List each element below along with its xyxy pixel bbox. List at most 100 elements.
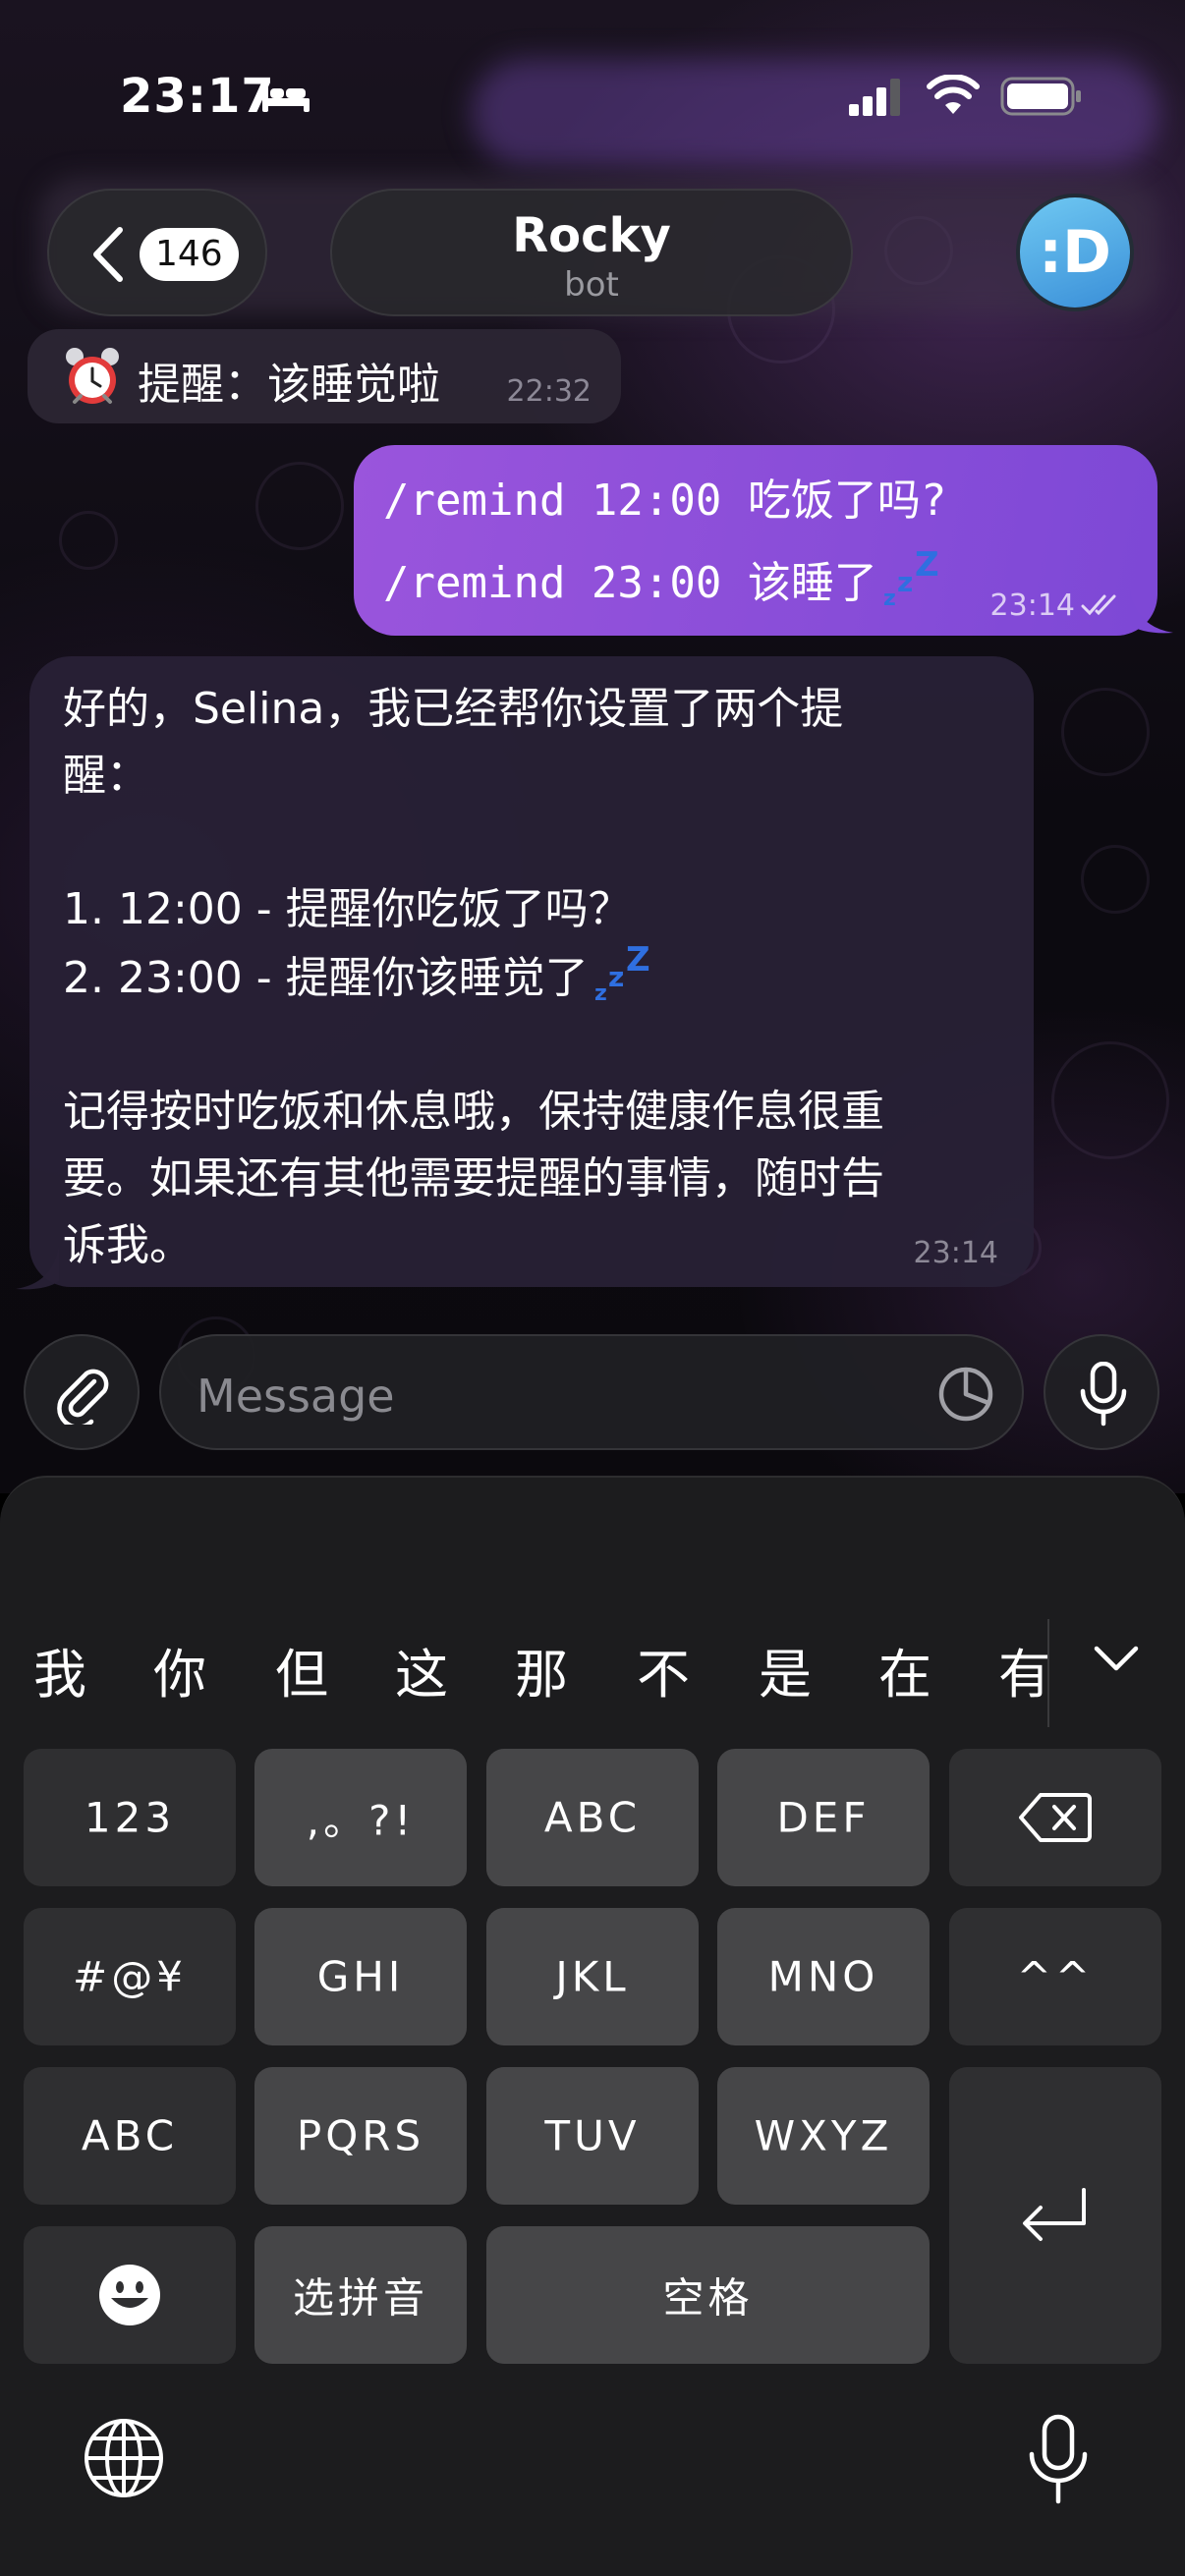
key-emoticon[interactable]: ^^ — [949, 1908, 1161, 2045]
message-line — [63, 810, 1006, 876]
keyboard: 我 你 但 这 那 不 是 在 有 123 ,。?! ABC DEF #@¥ G… — [0, 1584, 1185, 2576]
key-jkl[interactable]: JKL — [486, 1908, 699, 2045]
outgoing-message[interactable]: /remind 12:00 吃饭了吗? /remind 23:00 该睡了 z … — [354, 445, 1157, 636]
chat-title-pill[interactable]: Rocky bot — [330, 189, 853, 316]
key-123[interactable]: 123 — [24, 1749, 236, 1886]
wifi-icon — [927, 75, 980, 114]
home-indicator-area — [0, 2554, 1185, 2576]
space-key[interactable]: 空格 — [486, 2226, 930, 2364]
key-ghi[interactable]: GHI — [254, 1908, 467, 2045]
key-label: #@¥ — [73, 1952, 187, 2001]
microphone-icon — [1080, 1362, 1127, 1427]
key-label: ^^ — [1016, 1952, 1095, 2001]
candidate-bar: 我 你 但 这 那 不 是 在 有 — [0, 1584, 1185, 1731]
candidate-divider — [1047, 1619, 1049, 1727]
zzz-emoji-icon: z z Z — [883, 548, 939, 611]
candidate-word[interactable]: 那 — [515, 1631, 568, 1708]
key-pqrs[interactable]: PQRS — [254, 2067, 467, 2205]
message-line: 记得按时吃饭和休息哦，保持健康作息很重 — [63, 1087, 884, 1137]
candidate-word[interactable]: 我 — [33, 1631, 86, 1708]
key-tuv[interactable]: TUV — [486, 2067, 699, 2205]
sticker-icon[interactable] — [937, 1366, 994, 1423]
key-select-pinyin[interactable]: 选拼音 — [254, 2226, 467, 2364]
voice-message-button[interactable] — [1044, 1334, 1159, 1450]
chat-title: Rocky — [512, 208, 671, 263]
svg-text:z: z — [897, 566, 913, 598]
key-abc-switch[interactable]: ABC — [24, 2067, 236, 2205]
keyboard-top-bar — [0, 1476, 1185, 1594]
backspace-icon — [1019, 1793, 1092, 1842]
chevron-left-icon — [93, 227, 123, 282]
svg-text:Z: Z — [626, 943, 650, 980]
svg-text:z: z — [594, 981, 607, 1006]
zzz-emoji-icon: z z Z — [594, 943, 650, 1006]
message-meta: 23:14 — [990, 588, 1124, 623]
dictation-microphone-icon[interactable] — [1026, 2413, 1091, 2507]
key-label: JKL — [555, 1952, 630, 2001]
svg-text:Z: Z — [915, 548, 939, 585]
battery-icon — [1000, 77, 1081, 116]
key-label: 123 — [84, 1793, 176, 1842]
key-label: PQRS — [296, 2111, 425, 2160]
svg-text:z: z — [883, 587, 896, 611]
incoming-message-reminder[interactable]: 提醒：该睡觉啦 22:32 — [28, 329, 621, 423]
candidate-word[interactable]: 在 — [878, 1631, 931, 1708]
message-line: 醒： — [63, 751, 149, 801]
key-label: WXYZ — [754, 2111, 893, 2160]
candidate-word[interactable]: 你 — [153, 1631, 206, 1708]
key-punctuation[interactable]: ,。?! — [254, 1749, 467, 1886]
alarm-clock-icon — [66, 348, 119, 404]
message-line-text: /remind 23:00 该睡了 — [383, 558, 877, 608]
message-line: /remind 23:00 该睡了 z z Z — [383, 547, 942, 611]
key-label: TUV — [544, 2111, 641, 2160]
incoming-message[interactable]: 好的，Selina，我已经帮你设置了两个提 醒： 1. 12:00 - 提醒你吃… — [29, 656, 1034, 1287]
key-label: 空格 — [662, 2273, 754, 2323]
candidate-word[interactable]: 有 — [998, 1631, 1051, 1708]
emoji-key[interactable] — [24, 2226, 236, 2364]
paperclip-icon — [57, 1369, 109, 1425]
delete-key[interactable] — [949, 1749, 1161, 1886]
signal-icon — [849, 79, 900, 116]
bed-icon — [262, 84, 310, 112]
return-icon — [1023, 2188, 1086, 2241]
attach-button[interactable] — [24, 1334, 140, 1450]
key-label: ABC — [81, 2111, 179, 2160]
message-line: 1. 12:00 - 提醒你吃饭了吗？ — [63, 884, 632, 934]
key-symbols[interactable]: #@¥ — [24, 1908, 236, 2045]
avatar[interactable]: :D — [1016, 194, 1134, 311]
status-bar: 23:17 — [0, 0, 1185, 187]
chat-subtitle: bot — [564, 265, 619, 305]
message-line: 要。如果还有其他需要提醒的事情，随时告 — [63, 1153, 884, 1204]
status-time: 23:17 — [120, 69, 275, 124]
candidate-word[interactable]: 这 — [395, 1631, 448, 1708]
message-text: 好的，Selina，我已经帮你设置了两个提 醒： 1. 12:00 - 提醒你吃… — [63, 676, 1006, 1279]
key-mno[interactable]: MNO — [717, 1908, 930, 2045]
candidate-word[interactable]: 但 — [275, 1631, 328, 1708]
message-line: /remind 12:00 吃饭了吗? — [383, 476, 947, 526]
message-text: 提醒：该睡觉啦 — [138, 360, 440, 410]
message-time: 22:32 — [506, 374, 592, 409]
candidate-word[interactable]: 是 — [759, 1631, 812, 1708]
unread-count-badge: 146 — [140, 228, 239, 281]
return-key[interactable] — [949, 2067, 1161, 2364]
back-button[interactable]: 146 — [47, 189, 267, 316]
bubble-tail — [1130, 589, 1173, 634]
message-line: 好的，Selina，我已经帮你设置了两个提 — [63, 684, 844, 734]
key-label: MNO — [767, 1952, 879, 2001]
message-line: 2. 23:00 - 提醒你该睡觉了 z z Z — [63, 943, 1006, 1012]
key-label: ,。?! — [306, 1796, 416, 1845]
key-def[interactable]: DEF — [717, 1749, 930, 1886]
key-wxyz[interactable]: WXYZ — [717, 2067, 930, 2205]
globe-icon[interactable] — [83, 2417, 165, 2499]
message-input-placeholder: Message — [197, 1370, 395, 1423]
svg-text:z: z — [608, 961, 624, 993]
emoji-icon — [99, 2265, 160, 2325]
candidate-word[interactable]: 不 — [637, 1631, 690, 1708]
double-check-icon — [1081, 594, 1116, 616]
message-time: 23:14 — [989, 588, 1075, 623]
key-abc[interactable]: ABC — [486, 1749, 699, 1886]
message-input[interactable]: Message — [159, 1334, 1024, 1450]
message-line — [63, 1012, 1006, 1079]
chevron-down-icon[interactable] — [1093, 1643, 1140, 1674]
key-label: GHI — [316, 1952, 405, 2001]
